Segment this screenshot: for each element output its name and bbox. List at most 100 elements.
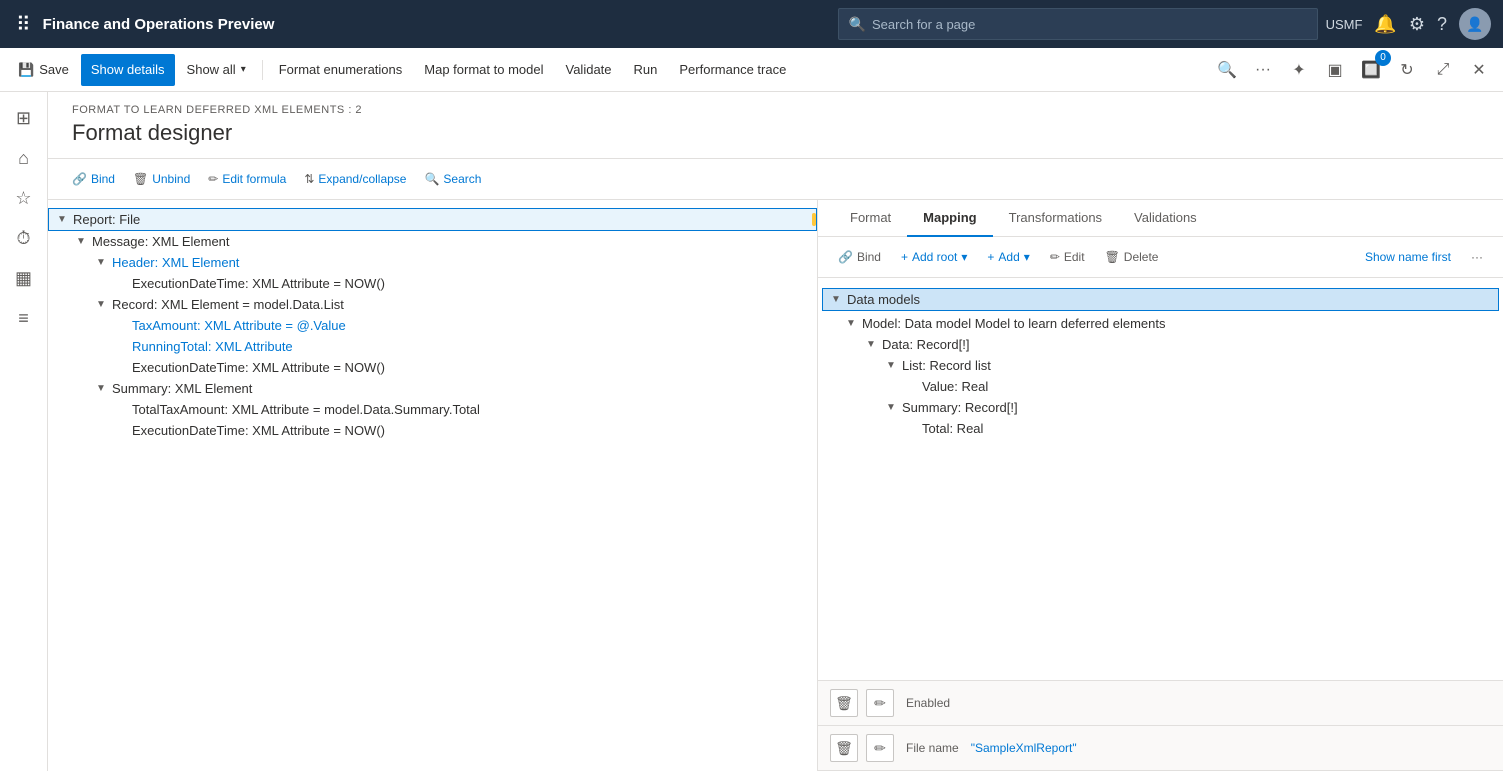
page-header: FORMAT TO LEARN DEFERRED XML ELEMENTS : … — [48, 92, 1503, 159]
tree-row-total-tax[interactable]: TotalTaxAmount: XML Attribute = model.Da… — [108, 399, 817, 420]
mapping-row-model[interactable]: ▼ Model: Data model Model to learn defer… — [838, 313, 1503, 334]
map-format-to-model-button[interactable]: Map format to model — [414, 54, 553, 86]
tree-row-exec1[interactable]: ExecutionDateTime: XML Attribute = NOW() — [108, 273, 817, 294]
more-options-icon[interactable]: ··· — [1247, 54, 1279, 86]
tree-arrow-exec3 — [116, 425, 132, 436]
modules-icon[interactable]: ≡ — [6, 300, 42, 336]
tree-label-exec1: ExecutionDateTime: XML Attribute = NOW() — [132, 276, 385, 291]
tree-row-report[interactable]: ▼ Report: File — [48, 208, 817, 231]
favorites-icon[interactable]: ☆ — [6, 180, 42, 216]
mapping-link-icon: 🔗 — [838, 250, 853, 264]
search-designer-button[interactable]: 🔍 Search — [416, 165, 489, 193]
mapping-row-data-models[interactable]: ▼ Data models — [822, 288, 1499, 311]
mapping-bind-button[interactable]: 🔗 Bind — [830, 243, 889, 271]
tree-arrow-exec2 — [116, 362, 132, 373]
enabled-label: Enabled — [906, 696, 950, 710]
delete-mapping-button[interactable]: 🗑 Delete — [1097, 243, 1167, 271]
validate-button[interactable]: Validate — [556, 54, 622, 86]
trash-mapping-icon: 🗑 — [1105, 250, 1120, 264]
grid-icon[interactable]: ⠿ — [12, 8, 35, 41]
pencil-icon: ✏ — [208, 172, 218, 186]
performance-trace-button[interactable]: Performance trace — [669, 54, 796, 86]
expand-collapse-button[interactable]: ⇅ Expand/collapse — [296, 165, 414, 193]
pin-icon[interactable]: ✦ — [1283, 54, 1315, 86]
mapping-arrow-list: ▼ — [886, 360, 902, 371]
tree-row-taxamount[interactable]: TaxAmount: XML Attribute = @.Value — [108, 315, 817, 336]
content-area: FORMAT TO LEARN DEFERRED XML ELEMENTS : … — [48, 92, 1503, 771]
expand-icon-small: ⇅ — [304, 172, 314, 186]
global-search[interactable]: 🔍 Search for a page — [838, 8, 1318, 40]
home-side-icon[interactable]: ⌂ — [6, 140, 42, 176]
mapping-label-value: Value: Real — [922, 379, 988, 394]
filename-edit-btn[interactable]: ✏ — [866, 734, 894, 762]
chevron-add-root: ▾ — [961, 250, 967, 264]
notification-icon[interactable]: 🔔 — [1374, 14, 1396, 35]
prop-row-filename: 🗑 ✏ File name "SampleXmlReport" — [818, 726, 1503, 771]
mapping-row-data[interactable]: ▼ Data: Record[!] — [858, 334, 1503, 355]
mapping-arrow-total — [906, 423, 922, 434]
help-icon[interactable]: ? — [1437, 14, 1447, 35]
filter-icon[interactable]: ⊞ — [6, 100, 42, 136]
show-name-first-button[interactable]: Show name first — [1357, 243, 1459, 271]
tree-label-taxamount: TaxAmount: XML Attribute = @.Value — [132, 318, 346, 333]
tree-row-exec2[interactable]: ExecutionDateTime: XML Attribute = NOW() — [108, 357, 817, 378]
save-button[interactable]: 💾 Save — [8, 54, 79, 86]
tree-label-record: Record: XML Element = model.Data.List — [112, 297, 344, 312]
tree-label-report: Report: File — [73, 212, 140, 227]
workspaces-icon[interactable]: ▦ — [6, 260, 42, 296]
edit-mapping-button[interactable]: ✏ Edit — [1042, 243, 1093, 271]
format-tree-pane: ▼ Report: File ▼ Message: XML Element ▼ … — [48, 200, 818, 771]
show-all-button[interactable]: Show all ▾ — [177, 54, 256, 86]
expand-icon[interactable]: ⤢ — [1427, 54, 1459, 86]
add-root-button[interactable]: + Add root ▾ — [893, 243, 975, 271]
panel-icon[interactable]: ▣ — [1319, 54, 1351, 86]
tab-validations[interactable]: Validations — [1118, 200, 1213, 237]
badge-button[interactable]: 🔲 0 — [1355, 54, 1387, 86]
mapping-row-total[interactable]: Total: Real — [898, 418, 1503, 439]
tree-arrow-exec1 — [116, 278, 132, 289]
format-enumerations-button[interactable]: Format enumerations — [269, 54, 413, 86]
page-title: Format designer — [72, 120, 1479, 146]
tree-label-message: Message: XML Element — [92, 234, 230, 249]
chevron-down-icon: ▾ — [241, 64, 246, 75]
tree-row-exec3[interactable]: ExecutionDateTime: XML Attribute = NOW() — [108, 420, 817, 441]
show-details-button[interactable]: Show details — [81, 54, 175, 86]
mapping-row-list[interactable]: ▼ List: Record list — [878, 355, 1503, 376]
bind-button[interactable]: 🔗 Bind — [64, 165, 123, 193]
filename-delete-btn[interactable]: 🗑 — [830, 734, 858, 762]
recent-icon[interactable]: ⏱ — [6, 220, 42, 256]
settings-icon[interactable]: ⚙ — [1409, 14, 1425, 35]
refresh-icon[interactable]: ↻ — [1391, 54, 1423, 86]
tree-label-running: RunningTotal: XML Attribute — [132, 339, 293, 354]
user-label: USMF — [1326, 17, 1363, 32]
tab-mapping[interactable]: Mapping — [907, 200, 992, 237]
search-toolbar-icon[interactable]: 🔍 — [1211, 54, 1243, 86]
save-icon: 💾 — [18, 62, 34, 78]
tab-format[interactable]: Format — [834, 200, 907, 237]
add-button[interactable]: + Add ▾ — [979, 243, 1037, 271]
mapping-row-value[interactable]: Value: Real — [898, 376, 1503, 397]
run-button[interactable]: Run — [624, 54, 668, 86]
mapping-row-summary2[interactable]: ▼ Summary: Record[!] — [878, 397, 1503, 418]
tree-row-message[interactable]: ▼ Message: XML Element — [68, 231, 817, 252]
tree-row-summary[interactable]: ▼ Summary: XML Element — [88, 378, 817, 399]
mapping-toolbar: 🔗 Bind + Add root ▾ + Add ▾ ✏ — [818, 237, 1503, 278]
tree-row-header[interactable]: ▼ Header: XML Element — [88, 252, 817, 273]
mapping-label-total: Total: Real — [922, 421, 983, 436]
tree-arrow-taxamount — [116, 320, 132, 331]
tree-row-record[interactable]: ▼ Record: XML Element = model.Data.List — [88, 294, 817, 315]
tree-label-summary: Summary: XML Element — [112, 381, 252, 396]
close-icon[interactable]: ✕ — [1463, 54, 1495, 86]
tree-row-running-total[interactable]: RunningTotal: XML Attribute — [108, 336, 817, 357]
mapping-tree: ▼ Data models ▼ Model: Data model Model … — [818, 278, 1503, 680]
edit-formula-button[interactable]: ✏ Edit formula — [200, 165, 294, 193]
more-mapping-options[interactable]: ··· — [1463, 243, 1491, 271]
drag-separator — [812, 213, 816, 226]
enabled-delete-btn[interactable]: 🗑 — [830, 689, 858, 717]
mapping-label-model: Model: Data model Model to learn deferre… — [862, 316, 1166, 331]
avatar[interactable]: 👤 — [1459, 8, 1491, 40]
tab-transformations[interactable]: Transformations — [993, 200, 1118, 237]
enabled-edit-btn[interactable]: ✏ — [866, 689, 894, 717]
unbind-button[interactable]: 🗑 Unbind — [125, 165, 198, 193]
filename-value: "SampleXmlReport" — [971, 741, 1077, 755]
